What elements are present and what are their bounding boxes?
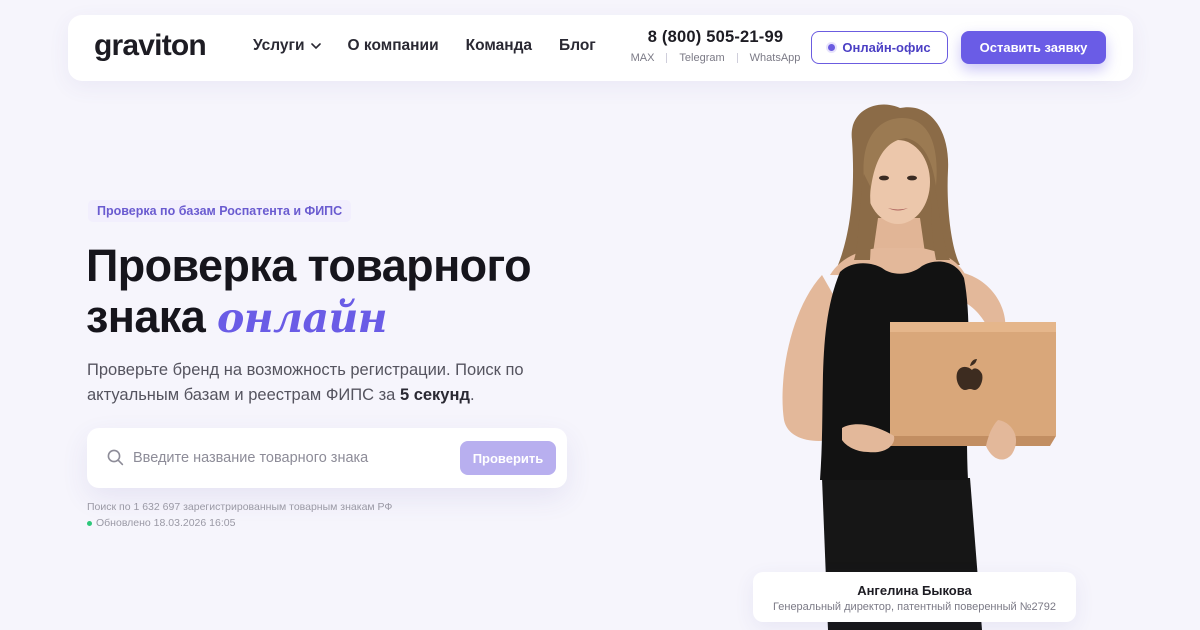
trademark-search-input[interactable] xyxy=(133,440,448,476)
lead-end: . xyxy=(469,386,475,404)
title-line-2: знака xyxy=(86,291,206,342)
nav-item-team[interactable]: Команда xyxy=(466,37,532,55)
nav-item-blog[interactable]: Блог xyxy=(559,37,596,55)
check-button[interactable]: Проверить xyxy=(460,441,556,475)
site-header: graviton Услуги О компании Команда Блог … xyxy=(68,15,1133,81)
online-dot-icon xyxy=(828,44,836,51)
title-accent: онлайн xyxy=(217,294,388,342)
divider xyxy=(736,53,738,63)
search-stats: Поиск по 1 632 697 зарегистрированным то… xyxy=(87,499,392,531)
messenger-links: MAX Telegram WhatsApp xyxy=(623,52,808,64)
status-dot-icon xyxy=(87,520,92,526)
update-status: Обновлено 18.03.2026 16:05 xyxy=(87,515,392,531)
main-nav: Услуги О компании Команда Блог xyxy=(253,37,623,55)
chevron-down-icon xyxy=(310,42,321,50)
divider xyxy=(666,53,668,63)
online-office-label: Онлайн-офис xyxy=(842,40,931,55)
contact-block: 8 (800) 505-21-99 MAX Telegram WhatsApp xyxy=(623,28,808,64)
online-office-button[interactable]: Онлайн-офис xyxy=(811,31,948,64)
hero-badge: Проверка по базам Роспатента и ФИПС xyxy=(88,200,352,222)
page-title: Проверка товарного знака онлайн xyxy=(86,240,606,344)
phone-number[interactable]: 8 (800) 505-21-99 xyxy=(623,28,808,47)
nav-item-services[interactable]: Услуги xyxy=(253,37,321,55)
title-line-1: Проверка товарного xyxy=(86,240,532,291)
stats-count: Поиск по 1 632 697 зарегистрированным то… xyxy=(87,501,393,513)
updated-time: Обновлено 18.03.2026 16:05 xyxy=(96,517,236,529)
search-icon xyxy=(107,449,124,471)
person-photo xyxy=(782,104,1056,630)
messenger-whatsapp-link[interactable]: WhatsApp xyxy=(750,52,801,64)
hero-description: Проверьте бренд на возможность регистрац… xyxy=(87,358,557,408)
person-name: Ангелина Быкова xyxy=(857,583,972,598)
laptop-base xyxy=(872,436,1056,446)
messenger-max-link[interactable]: MAX xyxy=(631,52,655,64)
lead-bold: 5 секунд xyxy=(399,386,470,404)
leave-request-button[interactable]: Оставить заявку xyxy=(961,31,1106,64)
nav-item-about[interactable]: О компании xyxy=(348,37,439,55)
trademark-search-box: Проверить xyxy=(87,428,567,488)
nav-item-services-label: Услуги xyxy=(253,37,305,54)
logo[interactable]: graviton xyxy=(94,29,207,63)
messenger-telegram-link[interactable]: Telegram xyxy=(679,52,724,64)
person-caption: Ангелина Быкова Генеральный директор, па… xyxy=(753,572,1076,622)
person-role: Генеральный директор, патентный поверенн… xyxy=(773,601,1056,613)
